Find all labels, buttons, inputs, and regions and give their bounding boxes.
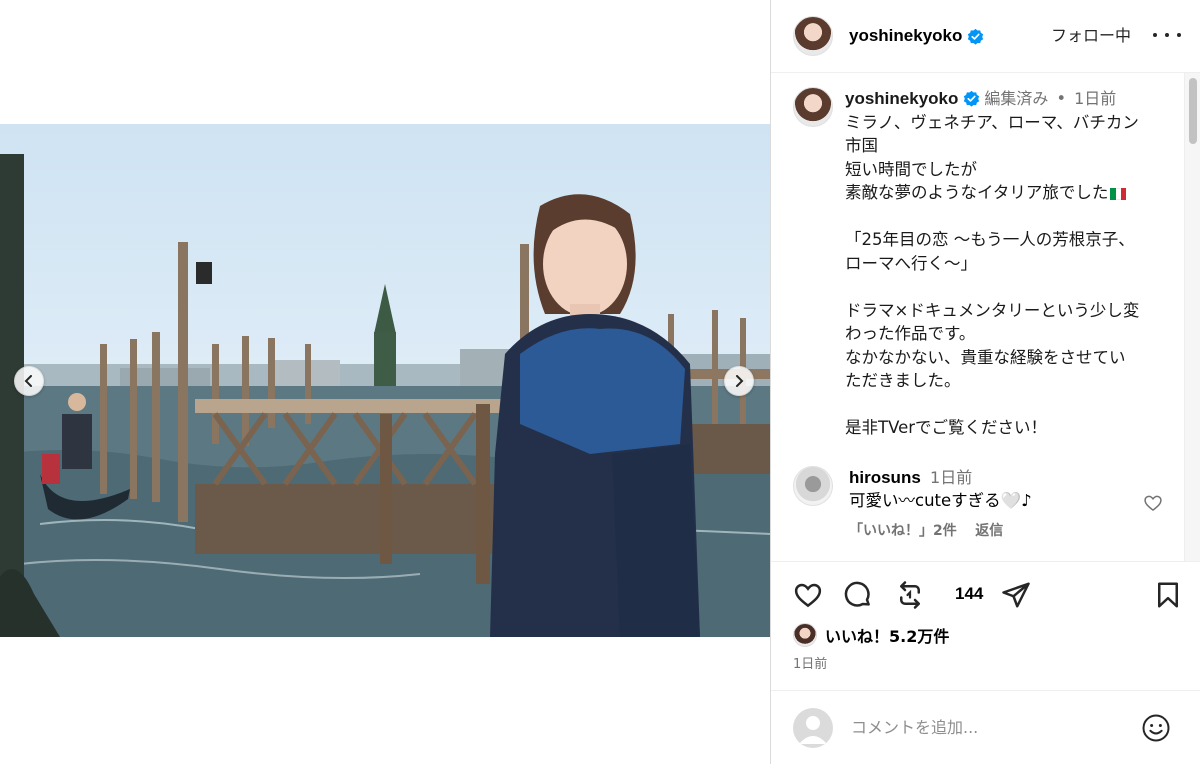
carousel-next-button[interactable] [724, 366, 754, 396]
like-button[interactable] [793, 580, 823, 610]
speech-bubble-icon [844, 581, 870, 607]
comment-input[interactable] [851, 718, 1131, 737]
comment-likes-count[interactable]: 「いいね！」2件 [849, 523, 957, 539]
likes-count[interactable]: いいね！5.2万件 [825, 623, 949, 647]
more-options-icon[interactable] [1153, 24, 1181, 46]
caption-username[interactable]: yoshinekyoko [845, 87, 958, 111]
save-button[interactable] [1153, 580, 1183, 610]
caption-line: ただきました。 [845, 371, 961, 390]
caption-line [845, 393, 1178, 417]
caption-author-avatar[interactable] [793, 87, 833, 127]
comments-list: yoshinekyoko 編集済み • 1日前 ミラノ、ヴェネチア、ローマ、バチ… [771, 73, 1186, 561]
caption-line: なかなかない、貴重な経験をさせてい [845, 347, 1126, 367]
post-photo[interactable] [0, 124, 770, 637]
paper-plane-icon [1002, 582, 1030, 608]
caption-line: わった作品です。 [845, 324, 976, 343]
heart-icon [794, 583, 822, 608]
caption-line [845, 205, 1178, 229]
edited-label: 編集済み [984, 89, 1049, 108]
commenter-username[interactable]: hirosuns [849, 468, 921, 487]
liker-avatar [793, 623, 817, 647]
comment-button[interactable] [843, 580, 873, 610]
author-username[interactable]: yoshinekyoko [849, 26, 962, 46]
caption-line-text: 素敵な夢のようなイタリア旅でした [845, 183, 1109, 202]
add-comment-bar [771, 690, 1200, 764]
caption-line: 短い時間でしたが [845, 159, 977, 179]
caption-line: ミラノ、ヴェネチア、ローマ、バチカン [845, 112, 1139, 132]
scrollbar-thumb[interactable] [1189, 78, 1197, 144]
caption-line: ドラマ×ドキュメンタリーという少し変 [845, 300, 1140, 320]
post-caption: yoshinekyoko 編集済み • 1日前 ミラノ、ヴェネチア、ローマ、バチ… [793, 87, 1178, 440]
caption-line: ローマへ行く〜」 [845, 253, 977, 273]
emoji-icon[interactable] [1141, 713, 1171, 743]
separator-dot: • [1056, 89, 1067, 108]
repost-count[interactable]: 144 [955, 584, 983, 604]
following-button[interactable]: フォロー中 [1051, 22, 1131, 46]
caption-text: ミラノ、ヴェネチア、ローマ、バチカン 市国 短い時間でしたが 素敵な夢のようなイ… [845, 111, 1178, 440]
share-button[interactable] [1001, 580, 1031, 610]
caption-line: 是非TVerでご覧ください！ [845, 418, 1048, 437]
post-timestamp[interactable]: 1日前 [793, 653, 827, 672]
comments-scrollbar[interactable] [1184, 73, 1200, 561]
commenter-avatar[interactable] [793, 466, 833, 506]
post-side-panel: yoshinekyoko フォロー中 yoshinekyoko 編集済み • 1… [770, 0, 1200, 764]
caption-line: 素敵な夢のようなイタリア旅でした [845, 181, 1178, 205]
default-user-icon [799, 715, 827, 744]
comment-reply-button[interactable]: 返信 [975, 523, 1003, 539]
comment-time[interactable]: 1日前 [930, 468, 972, 487]
likes-summary[interactable]: いいね！5.2万件 [793, 623, 949, 647]
post-header: yoshinekyoko フォロー中 [771, 0, 1200, 73]
carousel-prev-button[interactable] [14, 366, 44, 396]
bookmark-icon [1158, 582, 1178, 608]
caption-time[interactable]: 1日前 [1074, 87, 1116, 111]
verified-badge-icon [968, 28, 984, 45]
comment-item: hirosuns 1日前 可愛い〰cuteすぎる🤍♪ 「いいね！」2件 返信 [793, 466, 1178, 543]
repost-icon [900, 581, 920, 609]
post-media-area [0, 0, 770, 764]
chevron-left-icon [24, 375, 32, 387]
verified-badge-icon [964, 91, 980, 107]
heart-icon[interactable] [1143, 493, 1163, 513]
caption-line: 市国 [845, 136, 878, 155]
comment-text: 可愛い〰cuteすぎる🤍♪ [849, 491, 1032, 510]
chevron-right-icon [736, 375, 744, 387]
repost-button[interactable] [895, 580, 925, 610]
caption-line [845, 275, 1178, 299]
italy-flag-icon [1110, 188, 1127, 200]
author-avatar[interactable] [793, 16, 833, 56]
current-user-avatar [793, 707, 833, 748]
venice-pier-illustration [0, 154, 770, 637]
caption-line: 「25年目の恋 〜もう一人の芳根京子、 [845, 230, 1135, 249]
